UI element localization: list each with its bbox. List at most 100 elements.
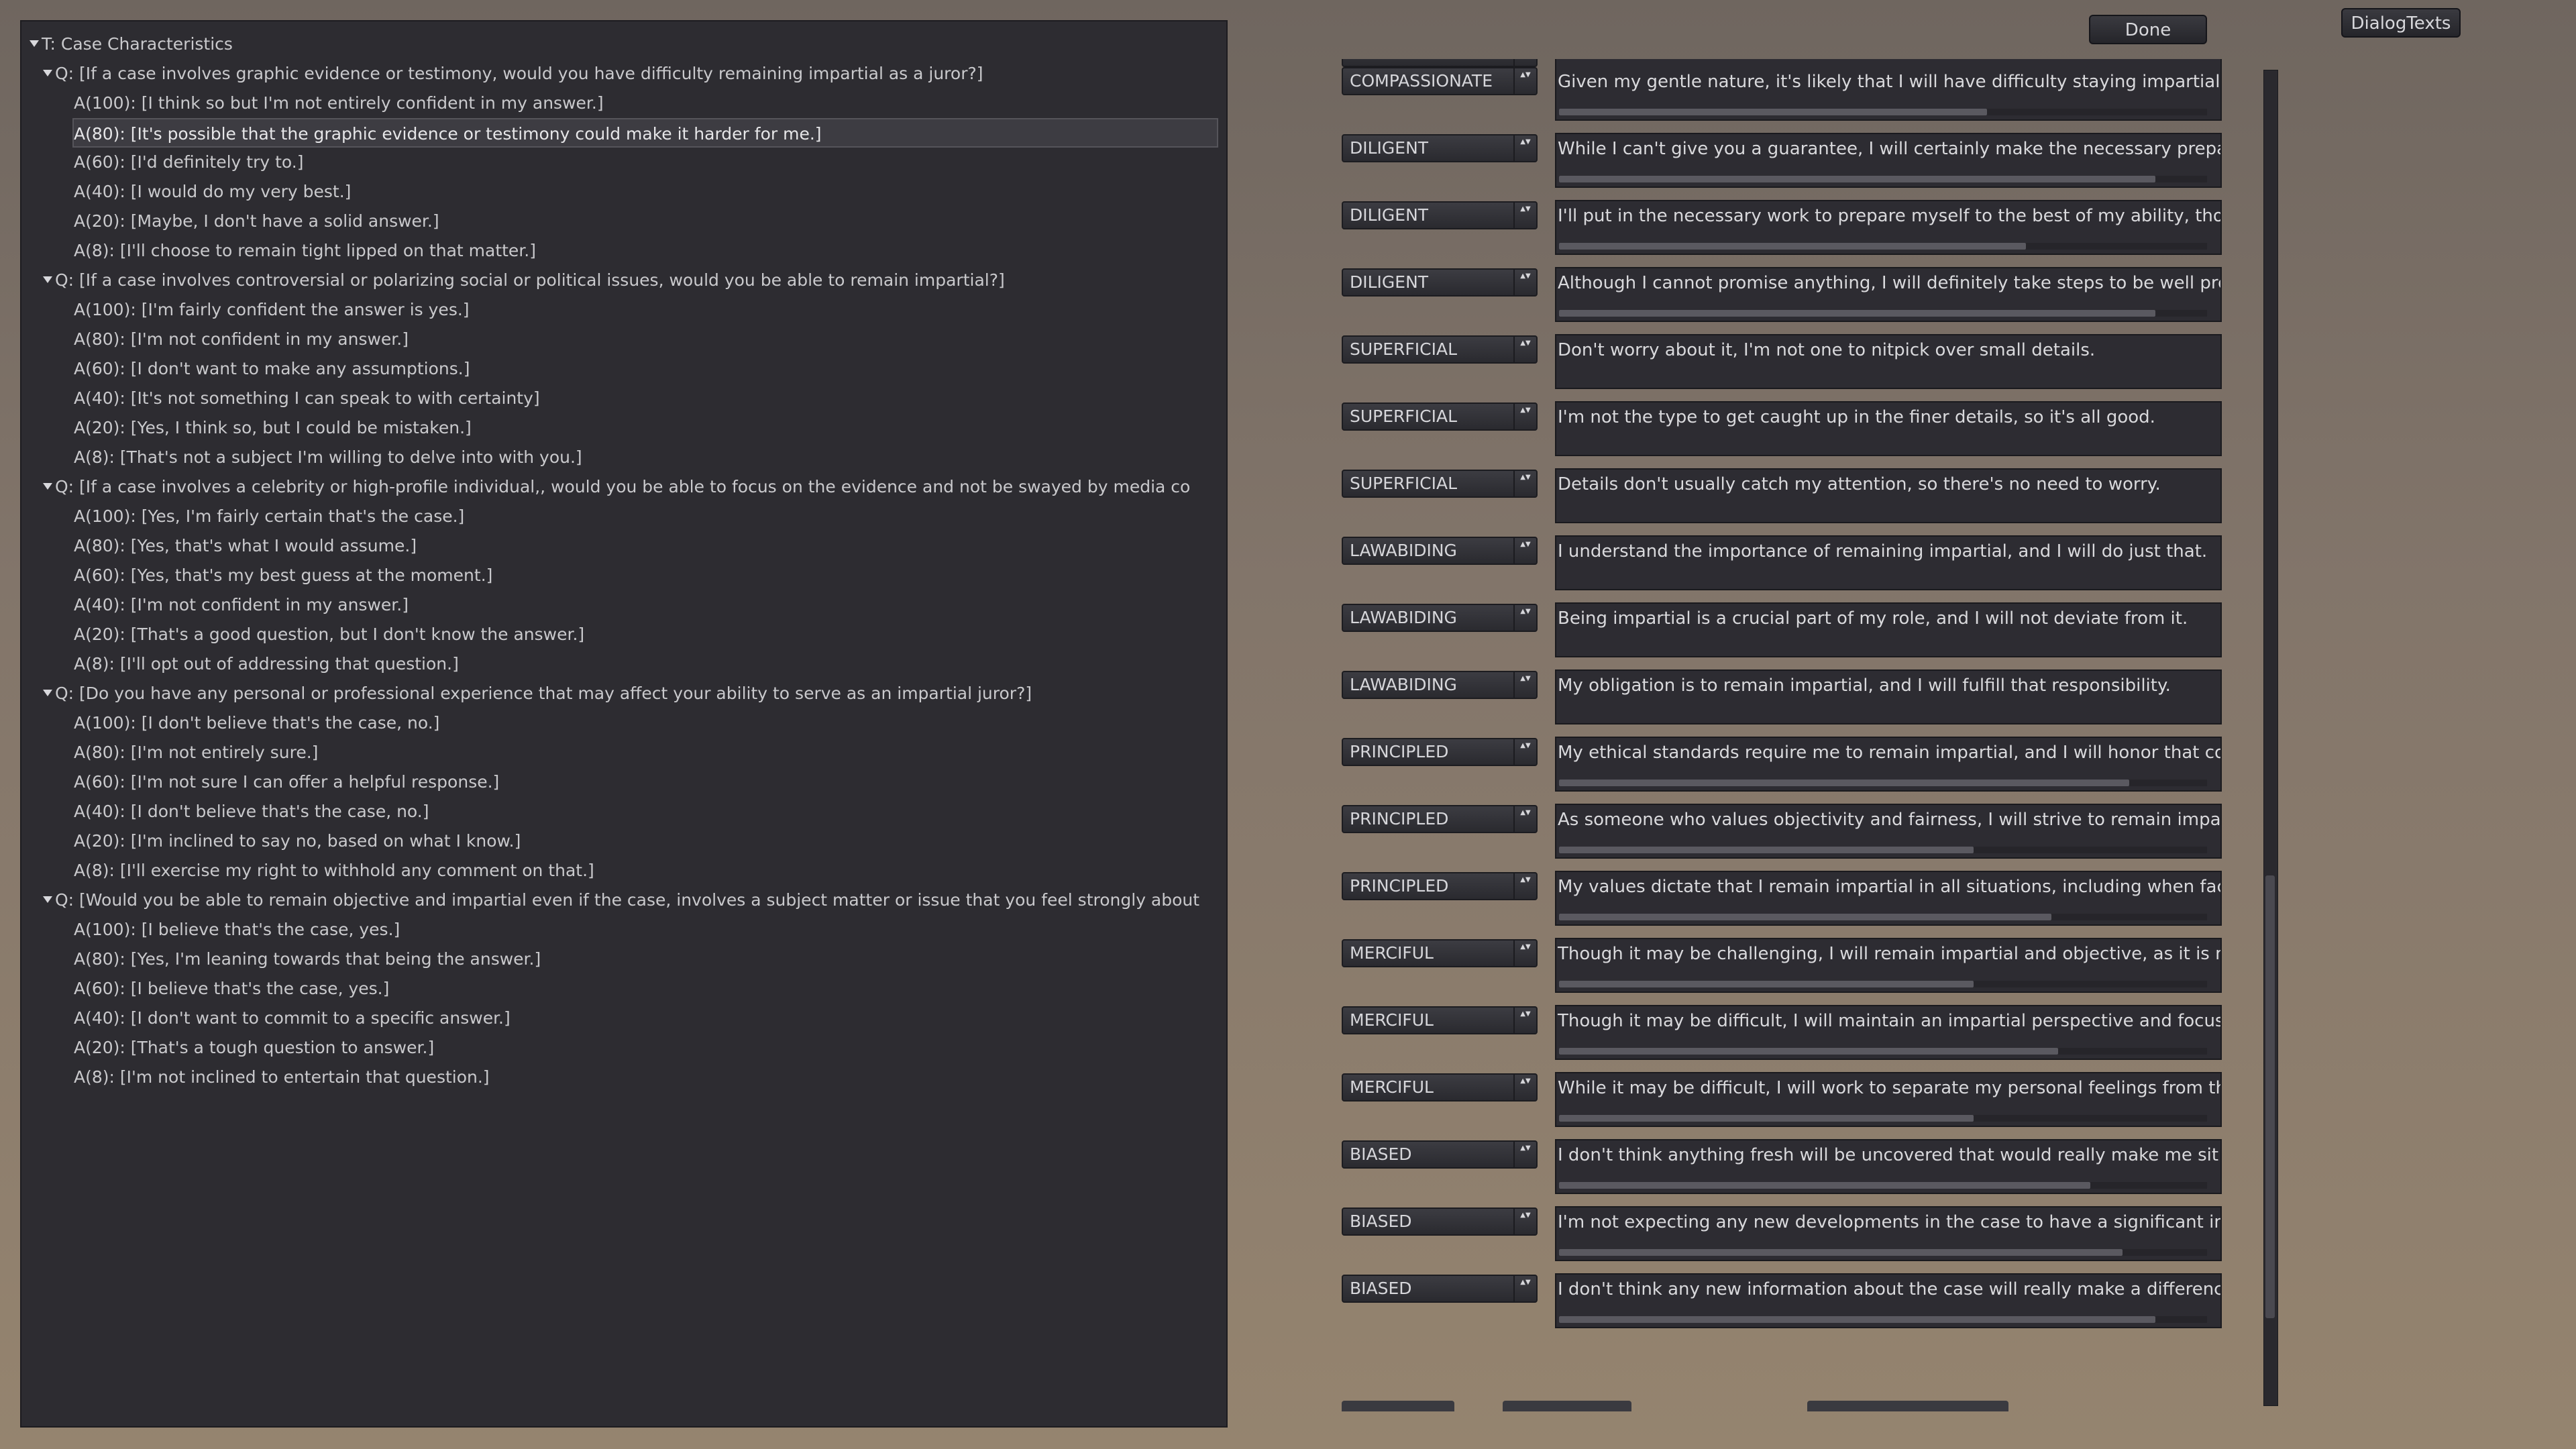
dialog-text-box[interactable]: Details don't usually catch my attention… xyxy=(1555,468,2222,523)
trait-select[interactable]: BIASED ▲▼ xyxy=(1342,1140,1538,1169)
trait-select[interactable]: PRINCIPLED ▲▼ xyxy=(1342,738,1538,766)
tree-answer-node[interactable]: A(60): [I'm not sure I can offer a helpf… xyxy=(21,767,1226,797)
dialog-text-box[interactable]: Though it may be challenging, I will rem… xyxy=(1555,938,2222,993)
bottom-partial-select[interactable] xyxy=(1807,1401,2008,1411)
dialog-text-box[interactable]: I don't think any new information about … xyxy=(1555,1273,2222,1328)
dialog-text-box[interactable]: My values dictate that I remain impartia… xyxy=(1555,871,2222,926)
text-hscroll-track[interactable] xyxy=(1559,1115,2207,1122)
list-vscroll-thumb[interactable] xyxy=(2265,875,2275,1318)
tree-answer-node[interactable]: A(60): [Yes, that's my best guess at the… xyxy=(21,561,1226,590)
text-hscroll-track[interactable] xyxy=(1559,914,2207,920)
dialog-text-box[interactable]: I understand the importance of remaining… xyxy=(1555,535,2222,590)
dialog-text-box[interactable]: Don't worry about it, I'm not one to nit… xyxy=(1555,334,2222,389)
bottom-partial-button-2[interactable] xyxy=(1503,1401,1631,1411)
trait-select[interactable]: ▲▼ xyxy=(1342,59,1538,67)
trait-select[interactable]: SUPERFICIAL ▲▼ xyxy=(1342,470,1538,498)
tree-answer-node[interactable]: A(60): [I believe that's the case, yes.] xyxy=(21,974,1226,1004)
dialog-text-box[interactable]: I'm not the type to get caught up in the… xyxy=(1555,401,2222,456)
dialog-text-box[interactable]: While I can't give you a guarantee, I wi… xyxy=(1555,133,2222,188)
tree-answer-node[interactable]: A(80): [Yes, that's what I would assume.… xyxy=(21,531,1226,561)
tree-answer-node[interactable]: A(40): [It's not something I can speak t… xyxy=(21,384,1226,413)
tree-question-node[interactable]: Q: [Do you have any personal or professi… xyxy=(21,679,1226,708)
trait-select[interactable]: PRINCIPLED ▲▼ xyxy=(1342,805,1538,833)
tree-answer-node[interactable]: A(60): [I'd definitely try to.] xyxy=(21,148,1226,177)
tree-answer-node[interactable]: A(100): [Yes, I'm fairly certain that's … xyxy=(21,502,1226,531)
text-hscroll-thumb[interactable] xyxy=(1559,243,2026,250)
tree-answer-node[interactable]: A(8): [I'll exercise my right to withhol… xyxy=(21,856,1226,885)
trait-select[interactable]: BIASED ▲▼ xyxy=(1342,1275,1538,1303)
trait-select[interactable]: MERCIFUL ▲▼ xyxy=(1342,939,1538,967)
text-hscroll-thumb[interactable] xyxy=(1559,780,2130,786)
text-hscroll-track[interactable] xyxy=(1559,176,2207,182)
tree-answer-node[interactable]: A(80): [Yes, I'm leaning towards that be… xyxy=(21,945,1226,974)
text-hscroll-track[interactable] xyxy=(1559,1316,2207,1323)
tree-answer-node[interactable]: A(100): [I think so but I'm not entirely… xyxy=(21,89,1226,118)
triangle-down-icon[interactable] xyxy=(43,483,52,490)
tree-answer-node[interactable]: A(20): [Maybe, I don't have a solid answ… xyxy=(21,207,1226,236)
tree-answer-node[interactable]: A(8): [That's not a subject I'm willing … xyxy=(21,443,1226,472)
tree-answer-node[interactable]: A(40): [I would do my very best.] xyxy=(21,177,1226,207)
text-hscroll-track[interactable] xyxy=(1559,1182,2207,1189)
trait-select[interactable]: BIASED ▲▼ xyxy=(1342,1208,1538,1236)
text-hscroll-thumb[interactable] xyxy=(1559,981,1974,987)
triangle-down-icon[interactable] xyxy=(43,70,52,76)
dialog-text-box[interactable]: I'll put in the necessary work to prepar… xyxy=(1555,200,2222,255)
dialog-text-box[interactable]: My ethical standards require me to remai… xyxy=(1555,737,2222,792)
bottom-partial-button-1[interactable] xyxy=(1342,1401,1454,1411)
dialog-text-box[interactable]: Given my gentle nature, it's likely that… xyxy=(1555,67,2222,121)
dialog-text-box[interactable]: Though it may be difficult, I will maint… xyxy=(1555,1005,2222,1060)
text-hscroll-track[interactable] xyxy=(1559,310,2207,317)
trait-select[interactable]: LAWABIDING ▲▼ xyxy=(1342,537,1538,565)
tree-answer-node[interactable]: A(20): [Yes, I think so, but I could be … xyxy=(21,413,1226,443)
triangle-down-icon[interactable] xyxy=(30,40,39,47)
dialog-text-box[interactable]: I don't think anything fresh will be unc… xyxy=(1555,1139,2222,1194)
text-hscroll-thumb[interactable] xyxy=(1559,914,2052,920)
tree-answer-node-selected[interactable]: A(80): [It's possible that the graphic e… xyxy=(72,118,1218,148)
text-hscroll-thumb[interactable] xyxy=(1559,1182,2091,1189)
tree-answer-node[interactable]: A(40): [I'm not confident in my answer.] xyxy=(21,590,1226,620)
text-hscroll-track[interactable] xyxy=(1559,1249,2207,1256)
text-hscroll-track[interactable] xyxy=(1559,1048,2207,1055)
trait-select[interactable]: MERCIFUL ▲▼ xyxy=(1342,1073,1538,1102)
tree-answer-node[interactable]: A(100): [I don't believe that's the case… xyxy=(21,708,1226,738)
tree-answer-node[interactable]: A(20): [That's a good question, but I do… xyxy=(21,620,1226,649)
tree-answer-node[interactable]: A(8): [I'm not inclined to entertain tha… xyxy=(21,1063,1226,1092)
tree-answer-node[interactable]: A(8): [I'll opt out of addressing that q… xyxy=(21,649,1226,679)
trait-select[interactable]: SUPERFICIAL ▲▼ xyxy=(1342,402,1538,431)
tree-question-node[interactable]: Q: [Would you be able to remain objectiv… xyxy=(21,885,1226,915)
text-hscroll-thumb[interactable] xyxy=(1559,1048,2058,1055)
triangle-down-icon[interactable] xyxy=(43,896,52,903)
tree-answer-node[interactable]: A(20): [That's a tough question to answe… xyxy=(21,1033,1226,1063)
list-vscroll-track[interactable] xyxy=(2263,70,2278,1406)
tree-root-node[interactable]: T: Case Characteristics xyxy=(21,30,1226,59)
triangle-down-icon[interactable] xyxy=(43,276,52,283)
text-hscroll-thumb[interactable] xyxy=(1559,176,2155,182)
dialog-text-box[interactable]: My obligation is to remain impartial, an… xyxy=(1555,669,2222,724)
trait-select[interactable]: MERCIFUL ▲▼ xyxy=(1342,1006,1538,1034)
tree-answer-node[interactable]: A(80): [I'm not entirely sure.] xyxy=(21,738,1226,767)
text-hscroll-thumb[interactable] xyxy=(1559,1115,1974,1122)
dialog-text-box[interactable]: As someone who values objectivity and fa… xyxy=(1555,804,2222,859)
text-hscroll-track[interactable] xyxy=(1559,243,2207,250)
done-button[interactable]: Done xyxy=(2089,15,2207,44)
tree-answer-node[interactable]: A(100): [I believe that's the case, yes.… xyxy=(21,915,1226,945)
text-hscroll-thumb[interactable] xyxy=(1559,1249,2123,1256)
triangle-down-icon[interactable] xyxy=(43,690,52,696)
trait-select[interactable]: DILIGENT ▲▼ xyxy=(1342,201,1538,229)
tree-question-node[interactable]: Q: [If a case involves a celebrity or hi… xyxy=(21,472,1226,502)
tree-answer-node[interactable]: A(60): [I don't want to make any assumpt… xyxy=(21,354,1226,384)
tree-question-node[interactable]: Q: [If a case involves graphic evidence … xyxy=(21,59,1226,89)
trait-select[interactable]: DILIGENT ▲▼ xyxy=(1342,134,1538,162)
tree-answer-node[interactable]: A(20): [I'm inclined to say no, based on… xyxy=(21,826,1226,856)
trait-select[interactable]: SUPERFICIAL ▲▼ xyxy=(1342,335,1538,364)
tree-answer-node[interactable]: A(80): [I'm not confident in my answer.] xyxy=(21,325,1226,354)
text-hscroll-track[interactable] xyxy=(1559,847,2207,853)
trait-select[interactable]: LAWABIDING ▲▼ xyxy=(1342,604,1538,632)
text-hscroll-thumb[interactable] xyxy=(1559,1316,2155,1323)
text-hscroll-thumb[interactable] xyxy=(1559,310,2155,317)
tree-answer-node[interactable]: A(40): [I don't believe that's the case,… xyxy=(21,797,1226,826)
dialog-text-box[interactable]: Being impartial is a crucial part of my … xyxy=(1555,602,2222,657)
text-hscroll-track[interactable] xyxy=(1559,981,2207,987)
text-hscroll-track[interactable] xyxy=(1559,109,2207,115)
tree-answer-node[interactable]: A(100): [I'm fairly confident the answer… xyxy=(21,295,1226,325)
